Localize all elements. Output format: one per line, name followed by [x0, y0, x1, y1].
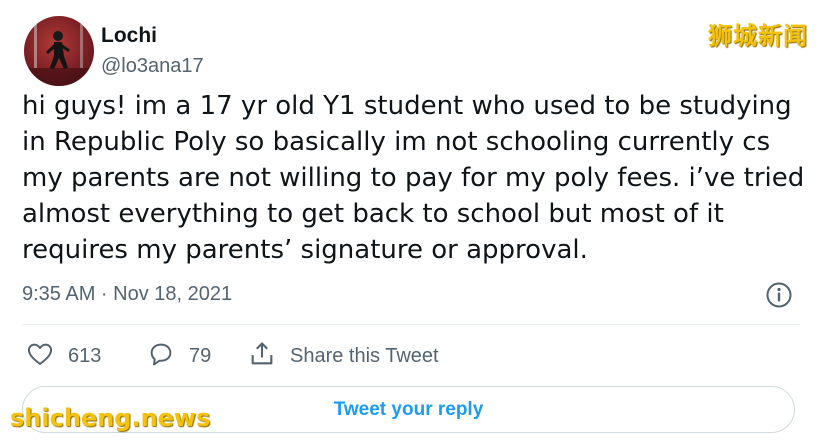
avatar-photo — [24, 24, 94, 86]
tweet-timestamp[interactable]: 9:35 AM · Nov 18, 2021 — [22, 283, 232, 306]
watermark-top: 狮城新闻 — [708, 22, 808, 50]
reply-action-button[interactable]: 79 — [147, 341, 211, 371]
share-label: Share this Tweet — [290, 344, 439, 367]
share-button[interactable]: Share this Tweet — [248, 341, 439, 371]
tweet-text: hi guys! im a 17 yr old Y1 student who u… — [22, 91, 805, 265]
like-button[interactable]: 613 — [26, 341, 101, 371]
like-count: 613 — [68, 344, 102, 367]
watermark-bottom: shicheng.news — [10, 404, 211, 432]
reply-button-label: Tweet your reply — [333, 398, 484, 420]
comment-icon — [147, 340, 175, 373]
reply-count: 79 — [189, 344, 212, 367]
author-name[interactable]: Lochi — [101, 24, 157, 48]
info-icon[interactable] — [765, 281, 793, 309]
share-icon — [248, 340, 276, 373]
heart-icon — [26, 340, 54, 373]
avatar[interactable] — [24, 16, 94, 86]
divider — [22, 324, 800, 325]
author-handle[interactable]: @lo3ana17 — [101, 55, 204, 78]
